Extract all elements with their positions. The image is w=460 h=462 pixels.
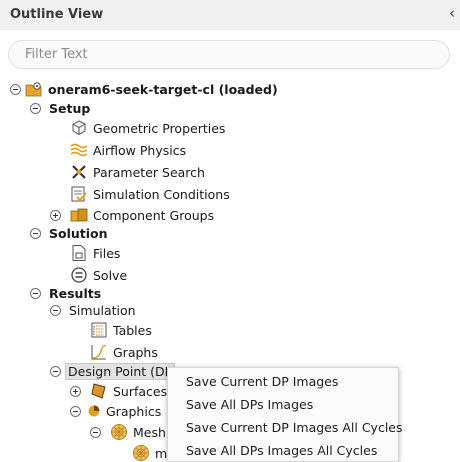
tree-item-setup[interactable]: Setup [30,98,90,118]
collapse-chevron-icon[interactable]: ‹ [449,4,455,22]
tree-item-airflow-physics[interactable]: Airflow Physics [70,140,186,160]
checklist-icon [71,186,87,202]
expand-toggle-icon[interactable] [70,385,81,397]
design-point-label: Design Point (DP [65,362,176,380]
expand-toggle-icon[interactable] [50,209,61,221]
files-label: Files [93,245,121,261]
outline-view-panel: Outline View ‹ oneram6-seek-target-cl (l… [0,0,460,462]
tree-item-mesh[interactable]: Mesh [90,422,166,442]
component-groups-icon [70,208,88,222]
component-groups-label: Component Groups [93,207,215,223]
tree-item-solve[interactable]: Solve [70,265,127,285]
graphics-icon [88,405,100,417]
menu-item-save-current-dp-images-all-cycles[interactable]: Save Current DP Images All Cycles [186,420,403,435]
collapse-toggle-icon[interactable] [70,405,81,417]
collapse-toggle-icon[interactable] [50,365,61,377]
airflow-icon [70,143,88,157]
collapse-toggle-icon[interactable] [30,227,41,239]
solve-icon [71,267,87,283]
tree-item-mesh-child[interactable]: m [132,443,167,462]
context-menu: Save Current DP Images Save All DPs Imag… [167,367,403,462]
tree-item-graphics[interactable]: Graphics [70,401,161,421]
collapse-toggle-icon[interactable] [10,83,21,95]
parameter-search-label: Parameter Search [93,164,205,180]
menu-item-save-current-dp-images[interactable]: Save Current DP Images [186,374,338,389]
tree-item-surfaces[interactable]: Surfaces [70,381,167,401]
mesh-icon [111,424,127,440]
setup-label: Setup [49,100,91,116]
tree-item-solution[interactable]: Solution [30,223,108,243]
mesh-child-label: m [155,445,168,461]
tree-item-simulation-conditions[interactable]: Simulation Conditions [70,184,230,204]
collapse-toggle-icon[interactable] [30,287,41,299]
collapse-toggle-icon[interactable] [30,102,41,114]
parameter-search-icon [72,165,86,179]
results-label: Results [49,285,102,301]
surfaces-label: Surfaces [113,383,168,399]
airflow-physics-label: Airflow Physics [93,142,187,158]
collapse-toggle-icon[interactable] [90,426,101,438]
tree-item-tables[interactable]: Tables [90,320,152,340]
solve-label: Solve [93,267,128,283]
simulation-conditions-label: Simulation Conditions [93,186,230,202]
tree-item-graphs[interactable]: Graphs [90,342,158,362]
case-folder-icon [25,82,42,97]
geometric-properties-label: Geometric Properties [93,120,226,136]
surfaces-icon [91,383,106,399]
tree-item-case[interactable]: oneram6-seek-target-cl (loaded) [10,79,278,99]
case-label: oneram6-seek-target-cl (loaded) [48,81,278,97]
tree-item-simulation[interactable]: Simulation [50,300,136,320]
graphs-label: Graphs [113,344,158,360]
cube-icon [72,120,86,136]
tree-item-geometric-properties[interactable]: Geometric Properties [70,118,225,138]
table-icon [91,322,107,338]
tree-item-design-point[interactable]: Design Point (DP [50,361,176,381]
solution-label: Solution [49,225,108,241]
tree-item-files[interactable]: Files [70,243,120,263]
graph-icon [91,344,107,360]
panel-title: Outline View [10,7,104,22]
menu-item-save-all-dps-images-all-cycles[interactable]: Save All DPs Images All Cycles [186,443,377,458]
simulation-label: Simulation [69,302,136,318]
graphics-label: Graphics [106,403,162,419]
file-icon [72,245,86,261]
tables-label: Tables [113,322,152,338]
mesh-icon [133,445,149,461]
tree-item-component-groups[interactable]: Component Groups [50,205,214,225]
collapse-toggle-icon[interactable] [50,304,61,316]
filter-text-input[interactable] [8,40,450,69]
tree-item-parameter-search[interactable]: Parameter Search [70,162,205,182]
mesh-label: Mesh [133,424,166,440]
panel-header: Outline View ‹ [0,0,460,30]
menu-item-save-all-dps-images[interactable]: Save All DPs Images [186,397,313,412]
